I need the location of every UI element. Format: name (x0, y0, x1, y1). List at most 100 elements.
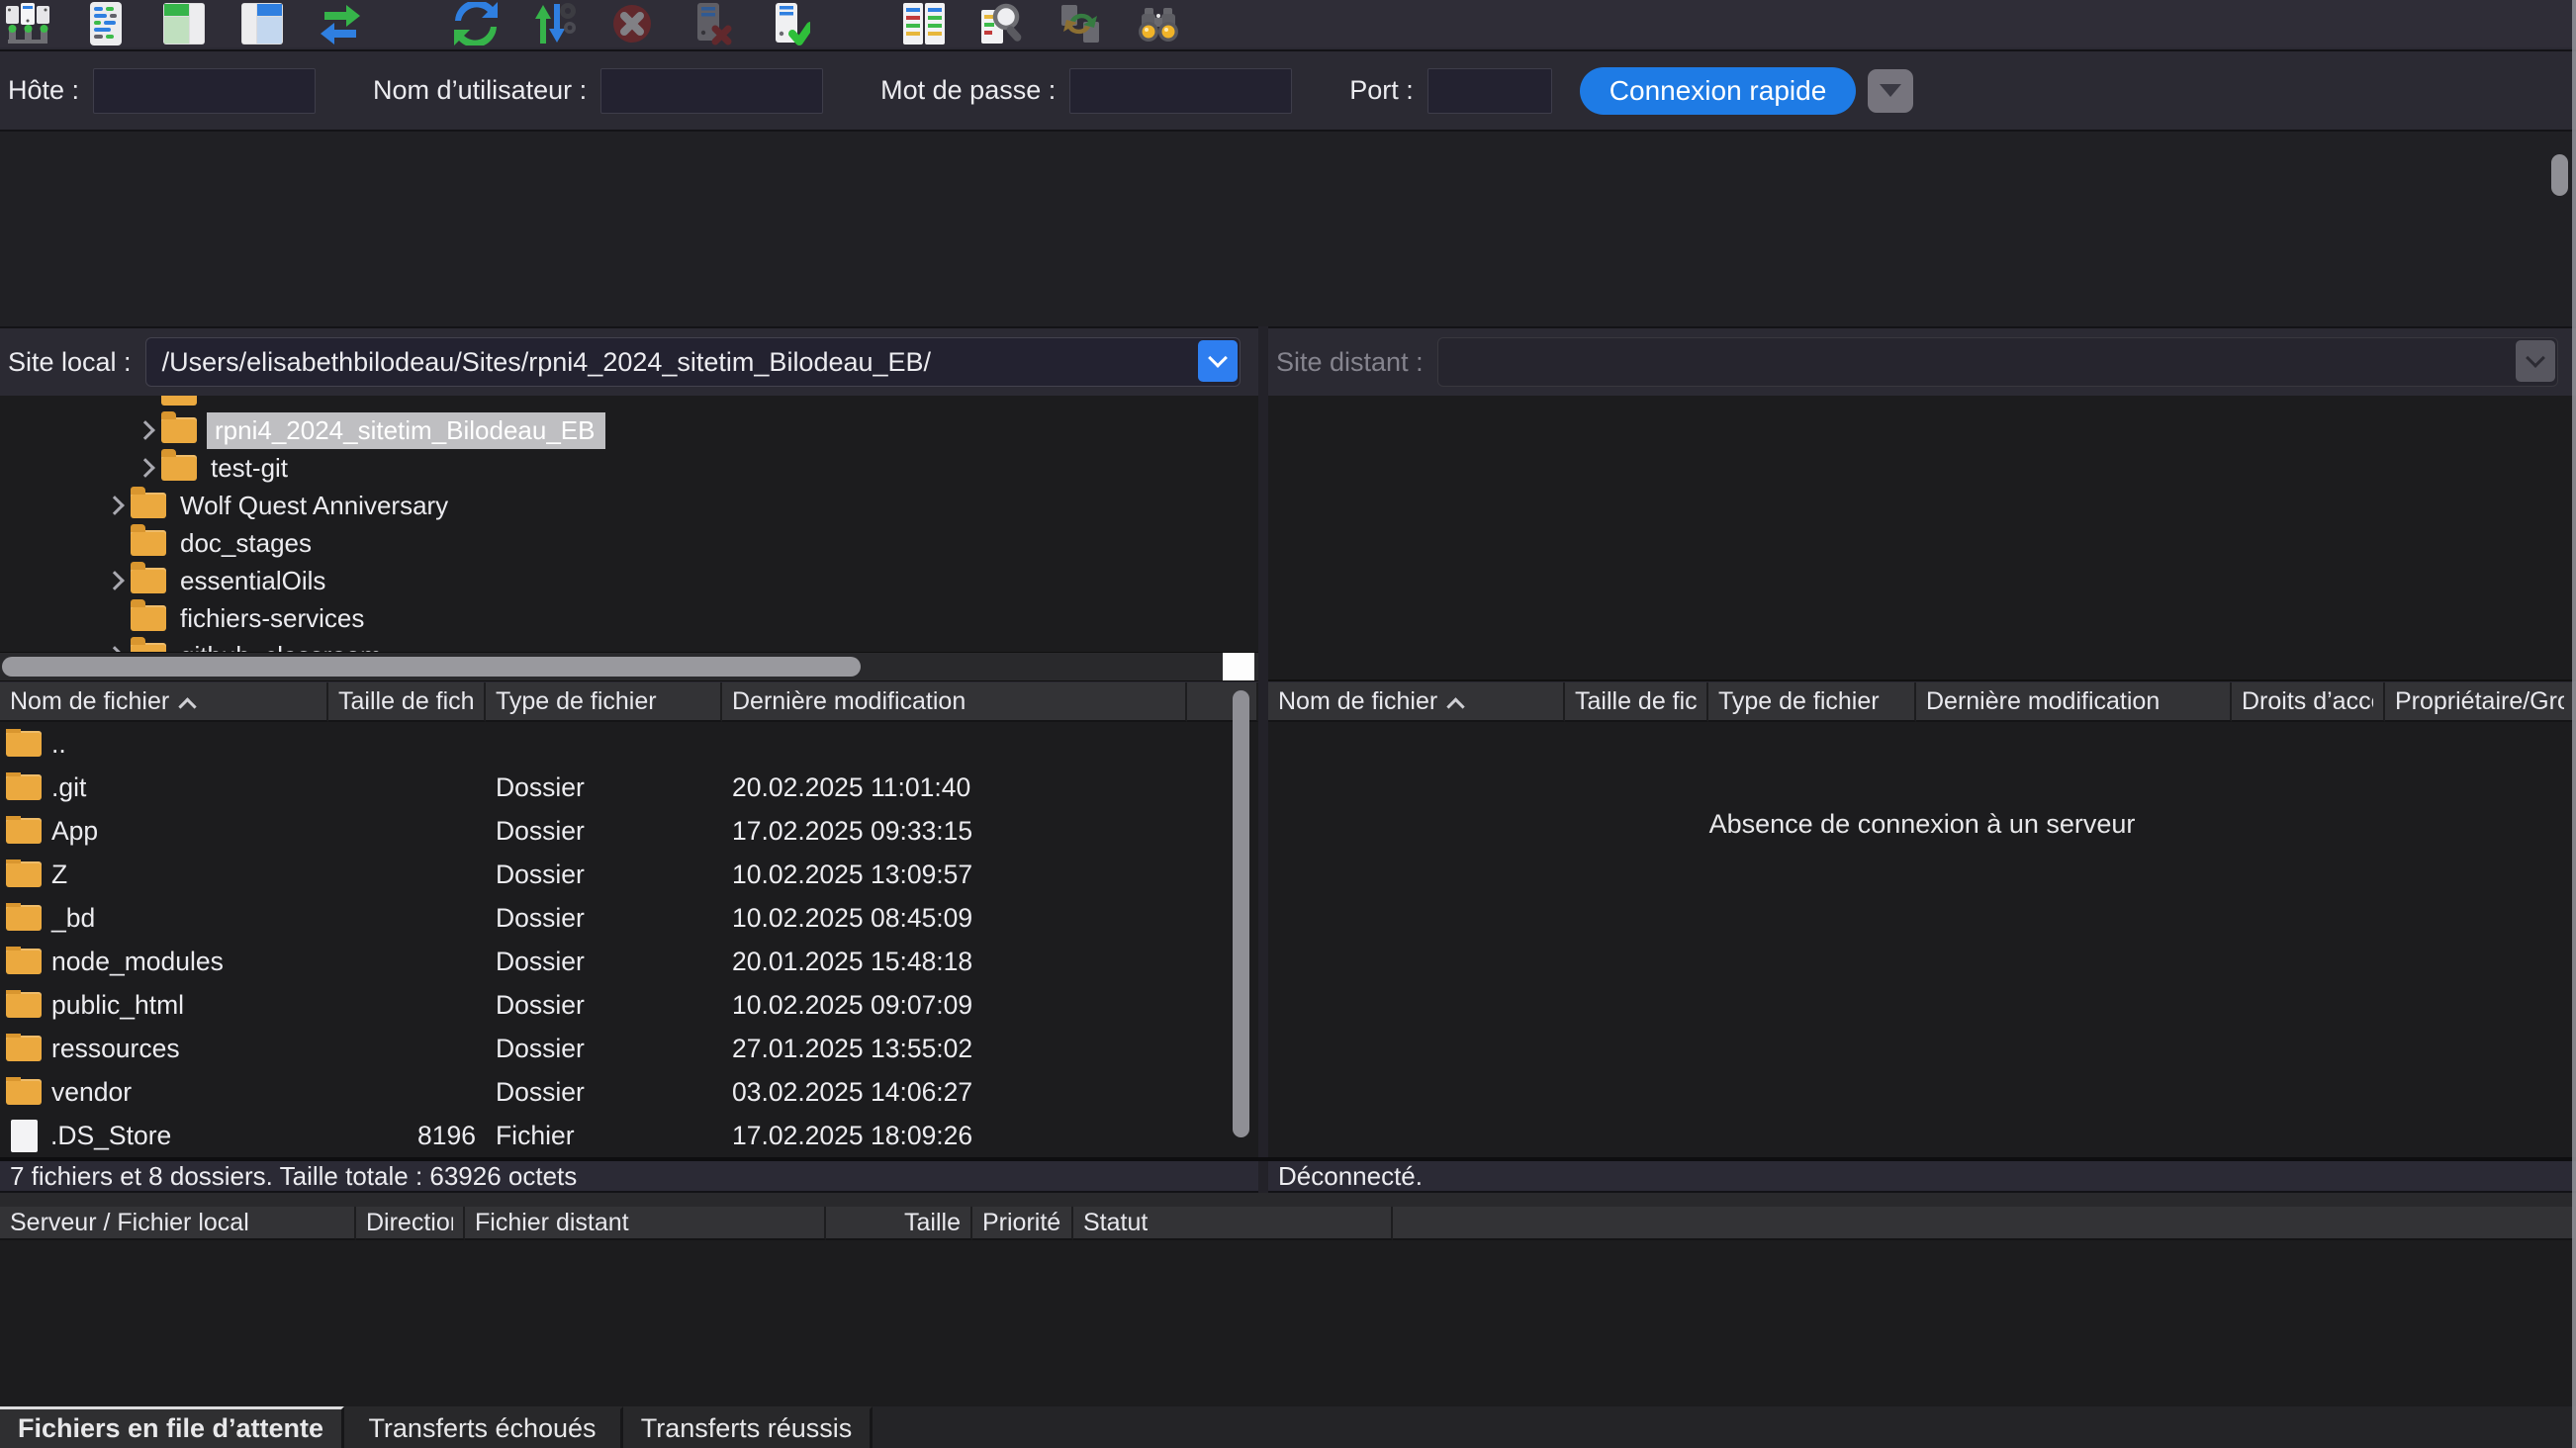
column-header-propri-taire-groupe[interactable]: Propriétaire/Groupe (2385, 682, 2576, 722)
column-header-statut[interactable]: Statut (1073, 1207, 1393, 1240)
file-row[interactable]: vendorDossier03.02.2025 14:06:27 (0, 1070, 1258, 1114)
synchronized-browsing-icon[interactable] (1058, 2, 1104, 45)
column-label: Dernière modification (1926, 687, 2160, 716)
column-header-nom-de-fichier[interactable]: Nom de fichier (0, 682, 328, 722)
file-name-cell: vendor (0, 1077, 328, 1108)
tree-item[interactable]: Wolf Quest Anniversary (0, 487, 1258, 524)
cancel-icon[interactable] (610, 2, 656, 45)
file-row[interactable]: AppDossier17.02.2025 09:33:15 (0, 809, 1258, 853)
local-site-dropdown-button[interactable] (1198, 340, 1238, 382)
expander-icon[interactable] (130, 461, 161, 475)
file-row[interactable]: ZDossier10.02.2025 13:09:57 (0, 853, 1258, 896)
tab-successful-transfers[interactable]: Transferts réussis (623, 1406, 873, 1448)
toolbar-group (6, 2, 397, 45)
tree-item[interactable]: rpni4_2024_sitetim_Bilodeau_EB (0, 411, 1258, 449)
column-header-taille[interactable]: Taille (826, 1207, 972, 1240)
column-header-serveur-fichier-local[interactable]: Serveur / Fichier local (0, 1207, 356, 1240)
port-input[interactable] (1427, 68, 1552, 114)
folder-icon (161, 396, 197, 406)
column-header-derni-re-modification[interactable]: Dernière modification (1916, 682, 2232, 722)
column-header-direction[interactable]: Direction (356, 1207, 465, 1240)
tree-item[interactable]: test-git (0, 449, 1258, 487)
message-log-icon[interactable] (84, 2, 130, 45)
file-name: node_modules (51, 947, 224, 977)
transfer-queue-toggle-icon[interactable] (319, 2, 364, 45)
panel-divider[interactable] (1258, 326, 1268, 1193)
file-type-cell: Dossier (486, 772, 722, 803)
password-input[interactable] (1069, 68, 1292, 114)
remote-site-dropdown-button (2516, 340, 2555, 382)
file-row[interactable]: .DS_Store8196Fichier17.02.2025 18:09:26 (0, 1114, 1258, 1157)
file-row[interactable]: public_htmlDossier10.02.2025 09:07:09 (0, 983, 1258, 1027)
quickconnect-button[interactable]: Connexion rapide (1580, 67, 1857, 115)
column-header-fichier-distant[interactable]: Fichier distant (465, 1207, 826, 1240)
column-label: Fichier distant (475, 1209, 629, 1237)
folder-icon (161, 455, 197, 481)
file-name-cell: .DS_Store (0, 1120, 328, 1152)
expander-icon[interactable] (99, 498, 131, 512)
tree-item[interactable]: doc_stages (0, 524, 1258, 562)
folder-icon (6, 992, 42, 1018)
toolbar-group (454, 2, 845, 45)
local-tree-toggle-icon[interactable] (162, 2, 208, 45)
list-vertical-scrollbar[interactable] (1233, 690, 1249, 1137)
username-label: Nom d’utilisateur : (373, 75, 587, 106)
site-manager-icon[interactable] (6, 2, 51, 45)
host-input[interactable] (93, 68, 316, 114)
tree-vertical-scrollbar[interactable] (2551, 154, 2568, 196)
file-type-cell: Dossier (486, 990, 722, 1021)
expander-icon[interactable] (99, 574, 131, 588)
horizontal-scrollbar-thumb[interactable] (2, 657, 861, 677)
tree-item[interactable]: essentialOils (0, 562, 1258, 599)
column-header-taille-de-fichier[interactable]: Taille de fichier (1565, 682, 1708, 722)
chevron-down-icon (1208, 348, 1228, 368)
queue-splitter[interactable] (0, 1193, 2576, 1207)
tab-failed-transfers[interactable]: Transferts échoués (344, 1406, 623, 1448)
disconnect-icon[interactable] (689, 2, 734, 45)
folder-icon (161, 417, 197, 443)
column-header-type-de-fichier[interactable]: Type de fichier (1708, 682, 1916, 722)
directory-comparison-icon[interactable] (1137, 2, 1182, 45)
tab-queued-files[interactable]: Fichiers en file d’attente (0, 1406, 344, 1448)
column-header-nom-de-fichier[interactable]: Nom de fichier (1268, 682, 1565, 722)
file-search-icon[interactable] (980, 2, 1026, 45)
tree-item[interactable]: fichiers-services (0, 599, 1258, 637)
reconnect-icon[interactable] (767, 2, 812, 45)
remote-status-text: Déconnecté. (1278, 1161, 1423, 1192)
column-header-taille-de-fichier[interactable]: Taille de fichier (328, 682, 486, 722)
folder-icon (131, 643, 166, 652)
column-header-derni-re-modification[interactable]: Dernière modification (722, 682, 1187, 722)
quickconnect-dropdown-button[interactable] (1868, 69, 1913, 113)
file-row[interactable]: _bdDossier10.02.2025 08:45:09 (0, 896, 1258, 940)
file-modified-cell: 10.02.2025 09:07:09 (722, 990, 1187, 1021)
file-row[interactable]: .git Dossier20.02.2025 11:01:40 (0, 766, 1258, 809)
local-site-dropdown[interactable]: /Users/elisabethbilodeau/Sites/rpni4_202… (145, 337, 1241, 387)
file-modified-cell: 10.02.2025 13:09:57 (722, 860, 1187, 890)
column-header-droits-d-acc-s[interactable]: Droits d’accès (2232, 682, 2385, 722)
tab-label: Transferts échoués (368, 1413, 596, 1444)
column-header-spacer[interactable] (1393, 1207, 2576, 1240)
file-row[interactable]: node_modulesDossier20.01.2025 15:48:18 (0, 940, 1258, 983)
tab-label: Transferts réussis (641, 1413, 853, 1444)
username-input[interactable] (600, 68, 823, 114)
process-queue-icon[interactable] (532, 2, 578, 45)
file-modified-cell: 20.02.2025 11:01:40 (722, 772, 1187, 803)
column-label: Propriétaire/Groupe (2395, 687, 2564, 716)
chevron-right-icon (136, 420, 155, 440)
remote-list-header: Nom de fichierTaille de fichierType de f… (1268, 682, 2576, 722)
tree-item[interactable] (0, 396, 1258, 411)
file-row[interactable]: ressourcesDossier27.01.2025 13:55:02 (0, 1027, 1258, 1070)
column-header-priorit-[interactable]: Priorité (972, 1207, 1073, 1240)
column-header-type-de-fichier[interactable]: Type de fichier (486, 682, 722, 722)
file-row[interactable]: .. (0, 722, 1258, 766)
directory-listing-icon[interactable] (902, 2, 948, 45)
tree-item-label: doc_stages (176, 525, 322, 562)
refresh-icon[interactable] (454, 2, 500, 45)
file-name-cell: .git (0, 772, 328, 803)
quickconnect-bar: Hôte : Nom d’utilisateur : Mot de passe … (0, 49, 2576, 132)
expander-icon[interactable] (130, 423, 161, 437)
remote-tree-toggle-icon[interactable] (240, 2, 286, 45)
host-label: Hôte : (8, 75, 79, 106)
tree-item[interactable]: github_classroom (0, 637, 1258, 652)
folder-icon (131, 568, 166, 593)
